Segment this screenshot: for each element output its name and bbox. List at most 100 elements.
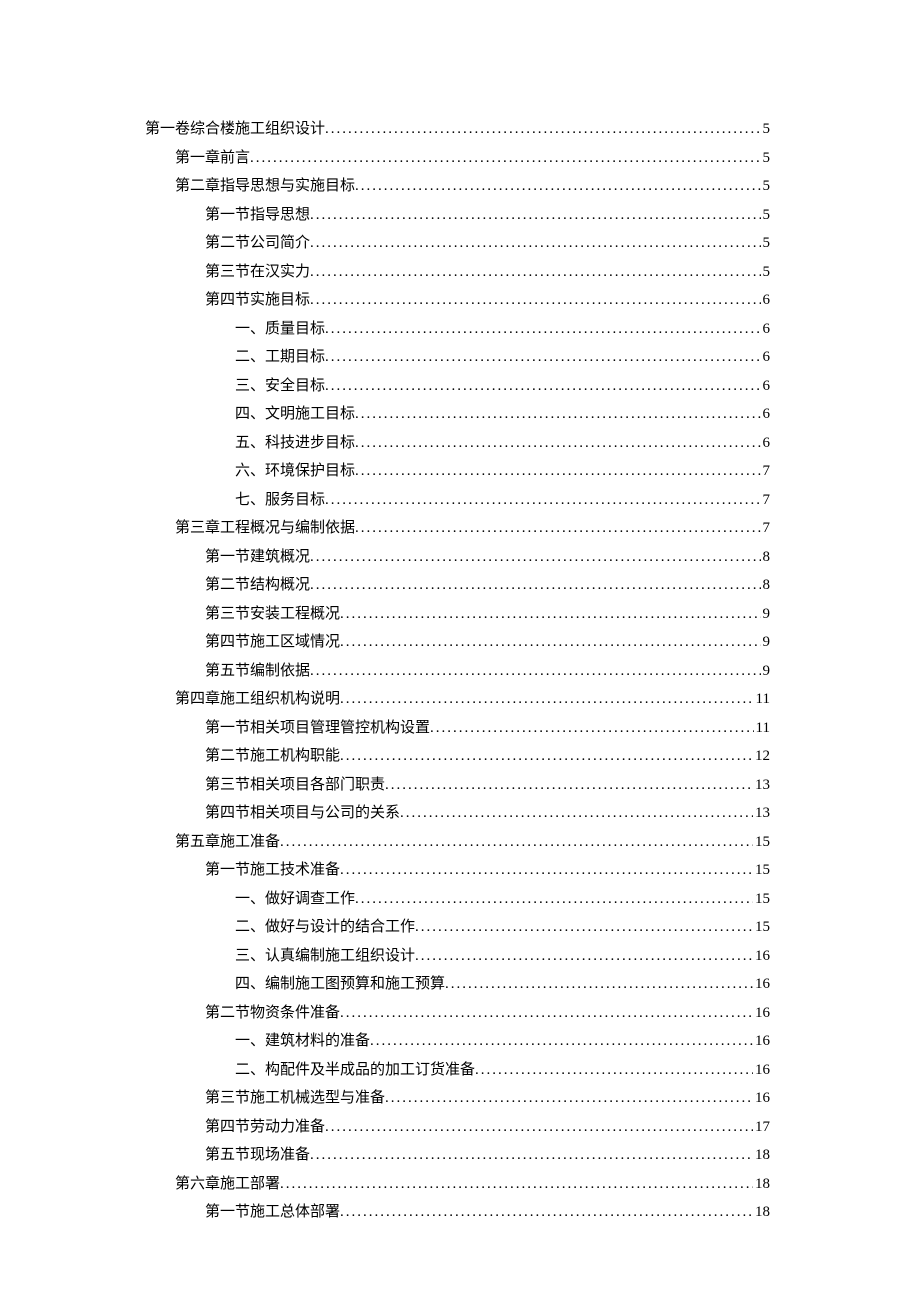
toc-page-number: 9: [761, 657, 771, 686]
toc-page-number: 7: [761, 514, 771, 543]
toc-entry: 第三节在汉实力5: [145, 258, 770, 287]
toc-label: 六、环境保护目标: [235, 457, 355, 486]
toc-page-number: 6: [761, 286, 771, 315]
toc-label: 第六章施工部署: [175, 1170, 280, 1199]
toc-entry: 第五节现场准备18: [145, 1141, 770, 1170]
toc-entry: 二、构配件及半成品的加工订货准备 16: [145, 1056, 770, 1085]
toc-leader-dots: [340, 856, 753, 885]
toc-page-number: 6: [761, 429, 771, 458]
toc-label: 七、服务目标: [235, 486, 325, 515]
toc-entry: 第三节安装工程概况9: [145, 600, 770, 629]
toc-leader-dots: [310, 571, 760, 600]
toc-page-number: 11: [754, 714, 770, 743]
toc-label: 五、科技进步目标: [235, 429, 355, 458]
toc-entry: 第二节结构概况8: [145, 571, 770, 600]
table-of-contents: 第一卷综合楼施工组织设计5第一章前言5第二章指导思想与实施目标5第一节指导思想5…: [145, 115, 770, 1227]
toc-leader-dots: [325, 486, 760, 515]
toc-entry: 第三节施工机械选型与准备 16: [145, 1084, 770, 1113]
toc-entry: 第一节相关项目管理管控机构设置11: [145, 714, 770, 743]
toc-leader-dots: [340, 1198, 753, 1227]
toc-entry: 第三章工程概况与编制依据 7: [145, 514, 770, 543]
toc-leader-dots: [310, 229, 760, 258]
toc-label: 第三章工程概况与编制依据: [175, 514, 355, 543]
toc-entry: 三、认真编制施工组织设计16: [145, 942, 770, 971]
toc-leader-dots: [250, 144, 760, 173]
toc-label: 第三节施工机械选型与准备: [205, 1084, 385, 1113]
toc-label: 一、建筑材料的准备: [235, 1027, 370, 1056]
toc-leader-dots: [310, 543, 760, 572]
toc-label: 第二章指导思想与实施目标: [175, 172, 355, 201]
toc-leader-dots: [355, 172, 760, 201]
toc-page-number: 15: [753, 913, 770, 942]
toc-leader-dots: [475, 1056, 753, 1085]
toc-label: 四、文明施工目标: [235, 400, 355, 429]
toc-label: 第二节施工机构职能: [205, 742, 340, 771]
toc-entry: 第三节相关项目各部门职责13: [145, 771, 770, 800]
toc-page-number: 15: [753, 856, 770, 885]
toc-page-number: 8: [761, 571, 771, 600]
toc-label: 一、做好调查工作: [235, 885, 355, 914]
toc-leader-dots: [325, 1113, 753, 1142]
toc-label: 第五节现场准备: [205, 1141, 310, 1170]
toc-label: 第四节实施目标: [205, 286, 310, 315]
toc-label: 第三节在汉实力: [205, 258, 310, 287]
toc-entry: 第六章施工部署 18: [145, 1170, 770, 1199]
toc-page-number: 15: [753, 885, 770, 914]
toc-page-number: 6: [761, 343, 771, 372]
toc-page-number: 16: [753, 999, 770, 1028]
toc-page-number: 6: [761, 315, 771, 344]
toc-entry: 第四节施工区域情况9: [145, 628, 770, 657]
toc-leader-dots: [325, 115, 760, 144]
toc-label: 第五节编制依据: [205, 657, 310, 686]
toc-leader-dots: [355, 457, 760, 486]
toc-leader-dots: [430, 714, 754, 743]
toc-leader-dots: [325, 315, 760, 344]
toc-page-number: 13: [753, 799, 770, 828]
toc-page-number: 7: [761, 486, 771, 515]
toc-page-number: 12: [753, 742, 770, 771]
toc-entry: 第二节物资条件准备 16: [145, 999, 770, 1028]
toc-leader-dots: [415, 913, 753, 942]
toc-label: 二、做好与设计的结合工作: [235, 913, 415, 942]
toc-leader-dots: [355, 400, 760, 429]
toc-page-number: 18: [753, 1198, 770, 1227]
toc-leader-dots: [310, 1141, 753, 1170]
toc-leader-dots: [340, 685, 754, 714]
toc-label: 第一章前言: [175, 144, 250, 173]
toc-label: 第四章施工组织机构说明: [175, 685, 340, 714]
toc-page-number: 9: [761, 628, 771, 657]
toc-entry: 一、建筑材料的准备16: [145, 1027, 770, 1056]
toc-page-number: 15: [753, 828, 770, 857]
toc-label: 二、工期目标: [235, 343, 325, 372]
toc-page-number: 6: [761, 372, 771, 401]
toc-page-number: 5: [761, 115, 771, 144]
toc-leader-dots: [445, 970, 753, 999]
toc-label: 第三节相关项目各部门职责: [205, 771, 385, 800]
toc-page-number: 9: [761, 600, 771, 629]
toc-label: 二、构配件及半成品的加工订货准备: [235, 1056, 475, 1085]
toc-page-number: 5: [761, 201, 771, 230]
toc-entry: 二、做好与设计的结合工作 15: [145, 913, 770, 942]
toc-entry: 第四章施工组织机构说明11: [145, 685, 770, 714]
toc-label: 第二节物资条件准备: [205, 999, 340, 1028]
toc-entry: 第一节建筑概况8: [145, 543, 770, 572]
toc-leader-dots: [385, 1084, 753, 1113]
toc-page-number: 18: [753, 1170, 770, 1199]
toc-label: 第一节建筑概况: [205, 543, 310, 572]
toc-leader-dots: [385, 771, 753, 800]
toc-entry: 二、工期目标 6: [145, 343, 770, 372]
toc-label: 第一节施工技术准备: [205, 856, 340, 885]
toc-leader-dots: [415, 942, 753, 971]
toc-label: 第二节公司简介: [205, 229, 310, 258]
toc-label: 第四节相关项目与公司的关系: [205, 799, 400, 828]
toc-entry: 第一章前言5: [145, 144, 770, 173]
toc-page-number: 6: [761, 400, 771, 429]
toc-page-number: 16: [753, 1056, 770, 1085]
toc-entry: 一、做好调查工作 15: [145, 885, 770, 914]
toc-label: 一、质量目标: [235, 315, 325, 344]
toc-page-number: 16: [753, 1084, 770, 1113]
toc-entry: 第二章指导思想与实施目标5: [145, 172, 770, 201]
toc-leader-dots: [310, 286, 760, 315]
toc-leader-dots: [340, 999, 753, 1028]
toc-entry: 六、环境保护目标7: [145, 457, 770, 486]
